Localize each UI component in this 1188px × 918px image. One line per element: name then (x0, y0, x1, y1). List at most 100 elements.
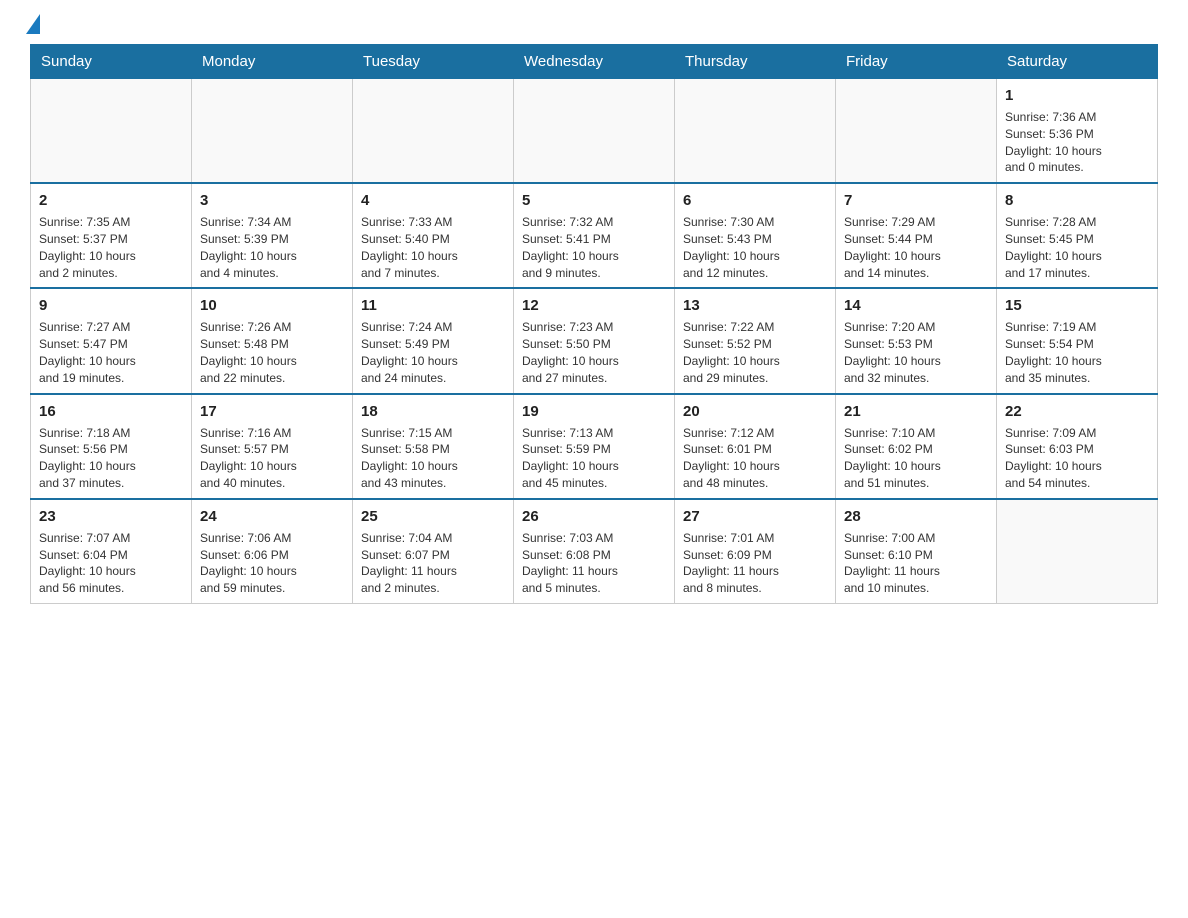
day-number: 8 (1005, 190, 1149, 211)
day-number: 26 (522, 506, 666, 527)
calendar-cell (997, 499, 1158, 604)
calendar-cell: 18 Sunrise: 7:15 AM Sunset: 5:58 PM Dayli… (353, 394, 514, 499)
day-number: 27 (683, 506, 827, 527)
day-number: 19 (522, 401, 666, 422)
calendar-cell: 15 Sunrise: 7:19 AM Sunset: 5:54 PM Dayli… (997, 288, 1158, 393)
day-number: 10 (200, 295, 344, 316)
calendar-week-row: 2 Sunrise: 7:35 AM Sunset: 5:37 PM Daylig… (31, 183, 1158, 288)
calendar-cell: 1 Sunrise: 7:36 AM Sunset: 5:36 PM Daylig… (997, 79, 1158, 184)
day-info: Sunrise: 7:15 AM Sunset: 5:58 PM Dayligh… (361, 425, 505, 492)
page-header (30, 20, 1158, 34)
calendar-week-row: 16 Sunrise: 7:18 AM Sunset: 5:56 PM Dayli… (31, 394, 1158, 499)
day-number: 7 (844, 190, 988, 211)
calendar-cell: 27 Sunrise: 7:01 AM Sunset: 6:09 PM Dayli… (675, 499, 836, 604)
day-number: 28 (844, 506, 988, 527)
weekday-header-wednesday: Wednesday (514, 45, 675, 79)
weekday-header-friday: Friday (836, 45, 997, 79)
calendar-cell: 26 Sunrise: 7:03 AM Sunset: 6:08 PM Dayli… (514, 499, 675, 604)
calendar-week-row: 9 Sunrise: 7:27 AM Sunset: 5:47 PM Daylig… (31, 288, 1158, 393)
day-number: 23 (39, 506, 183, 527)
day-info: Sunrise: 7:19 AM Sunset: 5:54 PM Dayligh… (1005, 319, 1149, 386)
weekday-header-thursday: Thursday (675, 45, 836, 79)
day-number: 9 (39, 295, 183, 316)
calendar-cell: 6 Sunrise: 7:30 AM Sunset: 5:43 PM Daylig… (675, 183, 836, 288)
day-info: Sunrise: 7:01 AM Sunset: 6:09 PM Dayligh… (683, 530, 827, 597)
calendar-cell (514, 79, 675, 184)
day-number: 24 (200, 506, 344, 527)
day-info: Sunrise: 7:04 AM Sunset: 6:07 PM Dayligh… (361, 530, 505, 597)
calendar-cell: 3 Sunrise: 7:34 AM Sunset: 5:39 PM Daylig… (192, 183, 353, 288)
calendar-cell: 16 Sunrise: 7:18 AM Sunset: 5:56 PM Dayli… (31, 394, 192, 499)
day-number: 15 (1005, 295, 1149, 316)
calendar-cell: 23 Sunrise: 7:07 AM Sunset: 6:04 PM Dayli… (31, 499, 192, 604)
calendar-cell: 5 Sunrise: 7:32 AM Sunset: 5:41 PM Daylig… (514, 183, 675, 288)
calendar-cell: 9 Sunrise: 7:27 AM Sunset: 5:47 PM Daylig… (31, 288, 192, 393)
day-info: Sunrise: 7:35 AM Sunset: 5:37 PM Dayligh… (39, 214, 183, 281)
day-number: 18 (361, 401, 505, 422)
logo-triangle-icon (26, 14, 40, 34)
day-info: Sunrise: 7:07 AM Sunset: 6:04 PM Dayligh… (39, 530, 183, 597)
calendar-cell: 13 Sunrise: 7:22 AM Sunset: 5:52 PM Dayli… (675, 288, 836, 393)
day-info: Sunrise: 7:24 AM Sunset: 5:49 PM Dayligh… (361, 319, 505, 386)
calendar-cell: 4Sunrise: 7:33 AM Sunset: 5:40 PM Daylig… (353, 183, 514, 288)
day-number: 3 (200, 190, 344, 211)
day-info: Sunrise: 7:12 AM Sunset: 6:01 PM Dayligh… (683, 425, 827, 492)
calendar-cell: 7 Sunrise: 7:29 AM Sunset: 5:44 PM Daylig… (836, 183, 997, 288)
calendar-cell (836, 79, 997, 184)
calendar-cell: 8Sunrise: 7:28 AM Sunset: 5:45 PM Daylig… (997, 183, 1158, 288)
day-number: 20 (683, 401, 827, 422)
day-info: Sunrise: 7:30 AM Sunset: 5:43 PM Dayligh… (683, 214, 827, 281)
weekday-header-tuesday: Tuesday (353, 45, 514, 79)
day-info: Sunrise: 7:03 AM Sunset: 6:08 PM Dayligh… (522, 530, 666, 597)
day-number: 17 (200, 401, 344, 422)
weekday-header-row: SundayMondayTuesdayWednesdayThursdayFrid… (31, 45, 1158, 79)
day-number: 1 (1005, 85, 1149, 106)
day-number: 6 (683, 190, 827, 211)
day-number: 12 (522, 295, 666, 316)
calendar-cell: 12 Sunrise: 7:23 AM Sunset: 5:50 PM Dayli… (514, 288, 675, 393)
calendar-cell: 25Sunrise: 7:04 AM Sunset: 6:07 PM Dayli… (353, 499, 514, 604)
day-info: Sunrise: 7:34 AM Sunset: 5:39 PM Dayligh… (200, 214, 344, 281)
day-info: Sunrise: 7:06 AM Sunset: 6:06 PM Dayligh… (200, 530, 344, 597)
calendar-cell: 24 Sunrise: 7:06 AM Sunset: 6:06 PM Dayli… (192, 499, 353, 604)
day-number: 16 (39, 401, 183, 422)
calendar-cell (675, 79, 836, 184)
day-number: 21 (844, 401, 988, 422)
calendar-cell: 2 Sunrise: 7:35 AM Sunset: 5:37 PM Daylig… (31, 183, 192, 288)
day-info: Sunrise: 7:22 AM Sunset: 5:52 PM Dayligh… (683, 319, 827, 386)
calendar-week-row: 1 Sunrise: 7:36 AM Sunset: 5:36 PM Daylig… (31, 79, 1158, 184)
calendar-cell: 21 Sunrise: 7:10 AM Sunset: 6:02 PM Dayli… (836, 394, 997, 499)
calendar-cell: 28 Sunrise: 7:00 AM Sunset: 6:10 PM Dayli… (836, 499, 997, 604)
calendar-cell: 14Sunrise: 7:20 AM Sunset: 5:53 PM Dayli… (836, 288, 997, 393)
calendar-cell (192, 79, 353, 184)
logo (30, 20, 40, 34)
day-number: 5 (522, 190, 666, 211)
day-info: Sunrise: 7:00 AM Sunset: 6:10 PM Dayligh… (844, 530, 988, 597)
day-info: Sunrise: 7:33 AM Sunset: 5:40 PM Dayligh… (361, 214, 505, 281)
day-info: Sunrise: 7:26 AM Sunset: 5:48 PM Dayligh… (200, 319, 344, 386)
calendar-cell: 20 Sunrise: 7:12 AM Sunset: 6:01 PM Dayli… (675, 394, 836, 499)
day-info: Sunrise: 7:10 AM Sunset: 6:02 PM Dayligh… (844, 425, 988, 492)
calendar-cell: 19 Sunrise: 7:13 AM Sunset: 5:59 PM Dayli… (514, 394, 675, 499)
weekday-header-sunday: Sunday (31, 45, 192, 79)
calendar-cell (31, 79, 192, 184)
day-info: Sunrise: 7:36 AM Sunset: 5:36 PM Dayligh… (1005, 109, 1149, 176)
day-number: 14 (844, 295, 988, 316)
weekday-header-monday: Monday (192, 45, 353, 79)
day-info: Sunrise: 7:27 AM Sunset: 5:47 PM Dayligh… (39, 319, 183, 386)
day-number: 22 (1005, 401, 1149, 422)
day-info: Sunrise: 7:23 AM Sunset: 5:50 PM Dayligh… (522, 319, 666, 386)
calendar-table: SundayMondayTuesdayWednesdayThursdayFrid… (30, 44, 1158, 604)
calendar-cell: 11 Sunrise: 7:24 AM Sunset: 5:49 PM Dayli… (353, 288, 514, 393)
weekday-header-saturday: Saturday (997, 45, 1158, 79)
day-info: Sunrise: 7:09 AM Sunset: 6:03 PM Dayligh… (1005, 425, 1149, 492)
day-info: Sunrise: 7:13 AM Sunset: 5:59 PM Dayligh… (522, 425, 666, 492)
day-number: 2 (39, 190, 183, 211)
day-info: Sunrise: 7:32 AM Sunset: 5:41 PM Dayligh… (522, 214, 666, 281)
day-info: Sunrise: 7:29 AM Sunset: 5:44 PM Dayligh… (844, 214, 988, 281)
day-number: 11 (361, 295, 505, 316)
calendar-cell: 22 Sunrise: 7:09 AM Sunset: 6:03 PM Dayli… (997, 394, 1158, 499)
day-info: Sunrise: 7:18 AM Sunset: 5:56 PM Dayligh… (39, 425, 183, 492)
day-number: 13 (683, 295, 827, 316)
calendar-cell: 17Sunrise: 7:16 AM Sunset: 5:57 PM Dayli… (192, 394, 353, 499)
